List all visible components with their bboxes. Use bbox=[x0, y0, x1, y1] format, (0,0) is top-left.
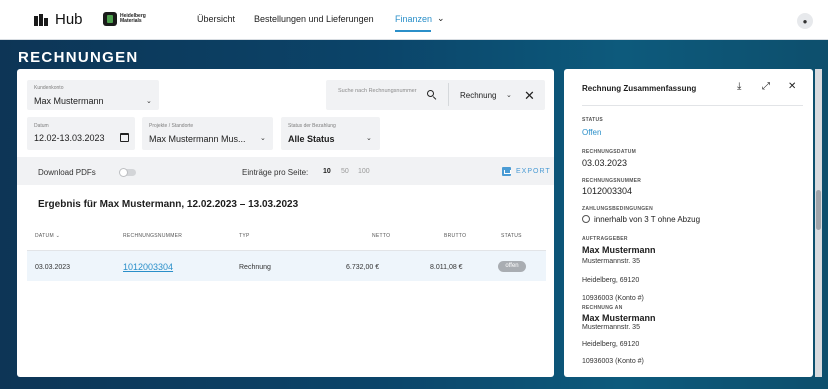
row-net: 6.732,00 € bbox=[346, 264, 380, 271]
hub-logo-icon bbox=[34, 13, 48, 26]
project-label: Projekte / Standorte bbox=[149, 123, 194, 129]
download-pdfs-toggle[interactable] bbox=[119, 168, 136, 177]
summary-status-label: STATUS bbox=[582, 117, 604, 123]
summary-title: Rechnung Zusammenfassung bbox=[582, 84, 697, 93]
entries-per-page-label: Einträge pro Seite: bbox=[242, 168, 309, 177]
summary-terms-value: innerhalb von 3 T ohne Abzug bbox=[594, 215, 701, 224]
summary-client-street: Mustermannstr. 35 bbox=[582, 258, 640, 265]
clear-search-icon[interactable]: ✕ bbox=[524, 89, 535, 102]
download-pdfs-label: Download PDFs bbox=[38, 168, 96, 177]
partner-logo-line2: Materials bbox=[120, 18, 142, 24]
payment-status-label: Status der Bezahlung bbox=[288, 123, 336, 129]
column-header-invoice-number: RECHNUNGSNUMMER bbox=[123, 233, 183, 239]
summary-client-label: AUFTRAGGEBER bbox=[582, 236, 628, 242]
calendar-icon[interactable] bbox=[120, 133, 129, 142]
chevron-down-icon: ⌄ bbox=[506, 92, 512, 99]
search-type-select[interactable]: Rechnung bbox=[460, 91, 496, 100]
chevron-down-icon: ⌄ bbox=[146, 98, 152, 105]
column-header-date[interactable]: DATUM ⌄ bbox=[35, 233, 60, 239]
summary-client-name: Max Mustermann bbox=[582, 245, 656, 255]
nav-item-orders[interactable]: Bestellungen und Lieferungen bbox=[254, 14, 374, 24]
chevron-down-icon: ⌄ bbox=[55, 233, 61, 239]
nav-active-indicator bbox=[395, 30, 431, 32]
results-heading: Ergebnis für Max Mustermann, 12.02.2023 … bbox=[38, 199, 299, 210]
page-size-option[interactable]: 10 bbox=[323, 168, 331, 175]
summary-date-value: 03.03.2023 bbox=[582, 158, 628, 168]
page-size-option[interactable]: 100 bbox=[358, 168, 370, 175]
row-gross: 8.011,08 € bbox=[430, 264, 463, 271]
column-header-date-label: DATUM bbox=[35, 233, 54, 239]
summary-client-city: Heidelberg, 69120 bbox=[582, 277, 640, 284]
customer-account-label: Kundenkonto bbox=[34, 85, 64, 91]
search-input[interactable]: Suche nach Rechnungsnummer bbox=[338, 88, 417, 94]
summary-scrollbar-thumb[interactable] bbox=[816, 190, 821, 230]
partner-logo: Heidelberg Materials bbox=[103, 12, 146, 26]
hub-logo-label: Hub bbox=[55, 11, 83, 28]
search-divider bbox=[448, 83, 449, 106]
date-value: 12.02-13.03.2023 bbox=[34, 133, 105, 143]
hub-logo[interactable]: Hub bbox=[34, 11, 83, 28]
column-header-status: STATUS bbox=[501, 233, 522, 239]
invoice-summary-panel: Rechnung Zusammenfassung ⤓ ⤢ ✕ STATUS Of… bbox=[564, 69, 813, 377]
table-row[interactable] bbox=[27, 251, 546, 281]
row-type: Rechnung bbox=[239, 264, 271, 271]
summary-date-label: RECHNUNGSDATUM bbox=[582, 149, 637, 155]
summary-number-label: RECHNUNGSNUMMER bbox=[582, 178, 642, 184]
status-badge: offen bbox=[498, 261, 526, 272]
top-navigation: Hub Heidelberg Materials Übersicht Beste… bbox=[0, 0, 828, 40]
chevron-down-icon: ⌄ bbox=[260, 135, 266, 142]
summary-client-account: 10936003 (Konto #) bbox=[582, 295, 644, 302]
column-header-net: NETTO bbox=[372, 233, 391, 239]
invoice-list-card: Kundenkonto Max Mustermann ⌄ Suche nach … bbox=[17, 69, 554, 377]
invoice-search-box bbox=[326, 80, 545, 110]
download-icon[interactable]: ⤓ bbox=[737, 81, 741, 92]
clock-icon bbox=[582, 215, 590, 223]
invoice-number-link[interactable]: 1012003304 bbox=[123, 262, 173, 272]
project-value: Max Mustermann Mus... bbox=[149, 134, 246, 144]
summary-bill-to-name: Max Mustermann bbox=[582, 313, 656, 323]
summary-divider bbox=[582, 105, 803, 106]
customer-account-value: Max Mustermann bbox=[34, 96, 104, 106]
summary-status-value: Offen bbox=[582, 128, 602, 137]
partner-logo-icon bbox=[103, 12, 117, 26]
export-button[interactable]: EXPORT bbox=[516, 168, 551, 175]
close-icon[interactable]: ✕ bbox=[788, 81, 796, 92]
date-label: Datum bbox=[34, 123, 49, 129]
chevron-down-icon: ⌄ bbox=[366, 135, 372, 142]
summary-number-value: 1012003304 bbox=[582, 186, 633, 196]
nav-item-finances[interactable]: Finanzen bbox=[395, 14, 432, 24]
expand-icon[interactable]: ⤢ bbox=[762, 81, 770, 92]
page-title: RECHNUNGEN bbox=[18, 49, 139, 66]
search-icon[interactable] bbox=[427, 90, 434, 97]
chevron-down-icon[interactable]: ⌄ bbox=[437, 13, 445, 24]
summary-bill-to-account: 10936003 (Konto #) bbox=[582, 358, 644, 365]
summary-bill-to-label: RECHNUNG AN bbox=[582, 305, 623, 311]
export-icon[interactable] bbox=[502, 167, 511, 176]
row-date: 03.03.2023 bbox=[35, 264, 71, 271]
nav-item-overview[interactable]: Übersicht bbox=[197, 14, 235, 24]
column-header-type: TYP bbox=[239, 233, 250, 239]
summary-bill-to-street: Mustermannstr. 35 bbox=[582, 324, 640, 331]
summary-terms-label: ZAHLUNGSBEDINGUNGEN bbox=[582, 206, 653, 212]
column-header-gross: BRUTTO bbox=[444, 233, 467, 239]
summary-bill-to-city: Heidelberg, 69120 bbox=[582, 341, 640, 348]
payment-status-value: Alle Status bbox=[288, 134, 335, 144]
page-size-option[interactable]: 50 bbox=[341, 168, 349, 175]
user-icon[interactable]: ● bbox=[797, 13, 813, 29]
